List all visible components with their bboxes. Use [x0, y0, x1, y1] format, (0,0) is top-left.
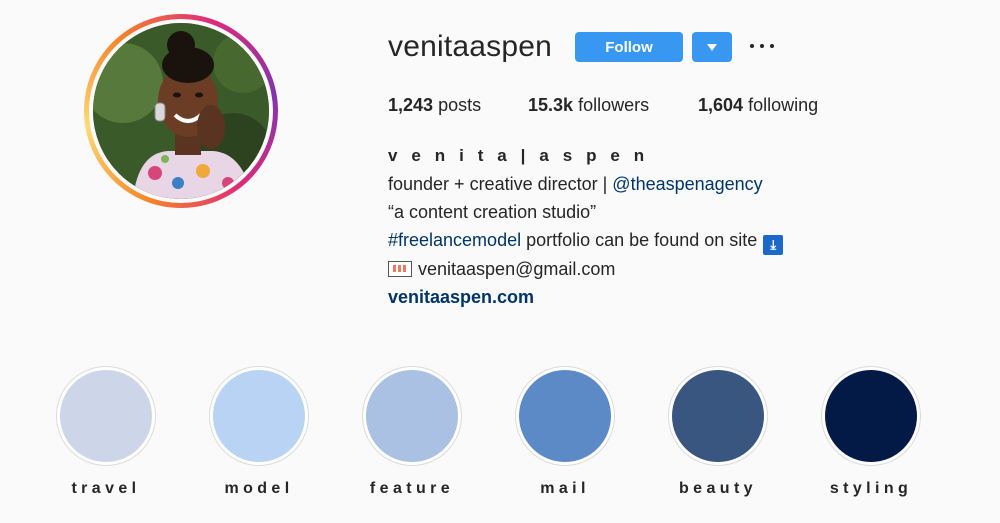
avatar[interactable]: [93, 23, 269, 199]
following-stat[interactable]: 1,604 following: [698, 95, 818, 116]
highlight-feature[interactable]: feature: [362, 366, 462, 498]
avatar-image: [93, 23, 269, 199]
highlight-label: feature: [369, 480, 455, 497]
freelancemodel-hashtag-link[interactable]: #freelancemodel: [388, 230, 521, 250]
avatar-border: [89, 19, 273, 203]
more-options-icon: [750, 44, 754, 48]
highlight-travel[interactable]: travel: [56, 366, 156, 498]
highlight-cover: [519, 370, 611, 462]
highlight-cover: [672, 370, 764, 462]
suggested-dropdown-button[interactable]: [692, 32, 732, 62]
highlight-cover: [213, 370, 305, 462]
agency-mention-link[interactable]: @theaspenagency: [612, 174, 762, 194]
followers-label: followers: [578, 95, 650, 115]
followers-stat[interactable]: 15.3k followers: [528, 95, 649, 116]
highlight-ring: [56, 366, 156, 466]
bio-email: venitaaspen@gmail.com: [418, 259, 616, 279]
highlight-styling[interactable]: styling: [821, 366, 921, 498]
highlight-cover: [366, 370, 458, 462]
posts-stat: 1,243 posts: [388, 95, 481, 116]
highlight-ring: [209, 366, 309, 466]
highlight-ring: [821, 366, 921, 466]
story-ring[interactable]: [84, 14, 278, 208]
posts-label: posts: [438, 95, 482, 115]
more-options-icon-dot: [770, 44, 774, 48]
highlight-ring: [515, 366, 615, 466]
highlight-mail[interactable]: mail: [515, 366, 615, 498]
envelope-icon: [388, 261, 412, 277]
posts-count: 1,243: [388, 95, 434, 115]
more-options-button[interactable]: [750, 36, 774, 56]
highlight-label: beauty: [679, 480, 757, 497]
website-link[interactable]: venitaaspen.com: [388, 287, 534, 307]
more-options-icon-dot: [760, 44, 764, 48]
bio-founder-text: founder + creative director |: [388, 174, 613, 194]
bio-portfolio-text: portfolio can be found on site: [521, 230, 758, 250]
profile-bio: v e n i t a | a s p e n founder + creati…: [388, 142, 784, 311]
followers-count: 15.3k: [528, 95, 574, 115]
highlight-ring: [362, 366, 462, 466]
highlight-cover: [825, 370, 917, 462]
follow-button[interactable]: Follow: [575, 32, 683, 62]
highlight-model[interactable]: model: [209, 366, 309, 498]
highlight-ring: [668, 366, 768, 466]
bio-line-founder: founder + creative director | @theaspena…: [388, 170, 783, 198]
bio-line-email: venitaaspen@gmail.com: [388, 255, 783, 283]
highlight-cover: [60, 370, 152, 462]
bio-line-studio: “a content creation studio”: [388, 202, 597, 222]
chevron-down-icon: [707, 43, 717, 51]
bio-line-portfolio: #freelancemodel portfolio can be found o…: [388, 226, 784, 255]
down-arrow-icon: ⤓: [763, 235, 784, 255]
highlight-label: mail: [540, 480, 590, 497]
following-count: 1,604: [698, 95, 744, 115]
highlight-beauty[interactable]: beauty: [668, 366, 768, 498]
highlight-label: travel: [71, 480, 141, 497]
bio-full-name: v e n i t a | a s p e n: [388, 146, 649, 165]
highlight-label: model: [224, 480, 294, 497]
highlight-label: styling: [829, 480, 913, 497]
following-label: following: [748, 95, 819, 115]
profile-username: venitaaspen: [388, 30, 552, 63]
